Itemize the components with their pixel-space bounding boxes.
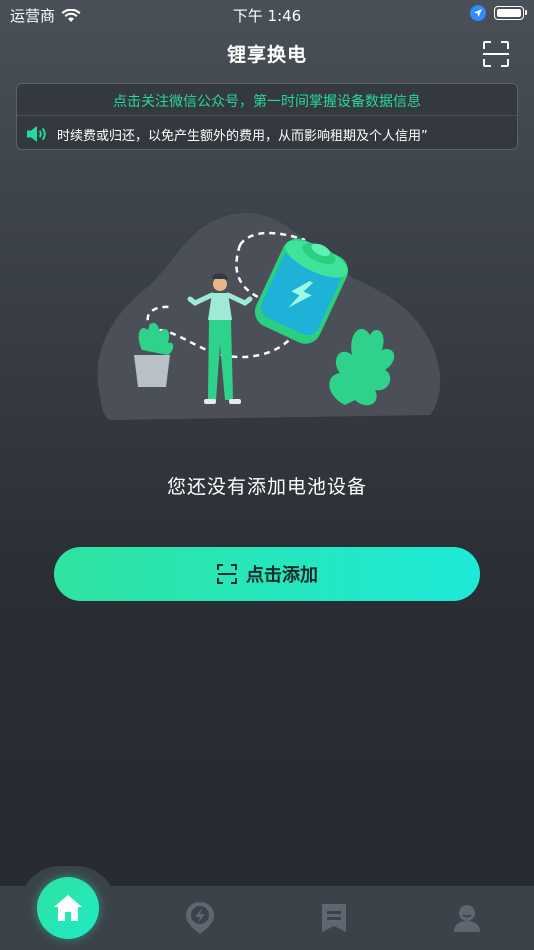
page-title: 锂享换电 [226,44,307,66]
notice-divider [17,115,517,116]
scan-button[interactable] [482,40,510,68]
scan-icon [483,41,509,67]
location-arrow-icon [470,5,486,21]
status-bar: 运营商 下午 1:46 [0,0,534,28]
notice-marquee: 时续费或归还，以免产生额外的费用，从而影响租期及个人信用” [27,124,507,144]
bookmark-list-icon [322,904,346,932]
tab-map[interactable] [170,893,230,943]
marquee-text: 时续费或归还，以免产生额外的费用，从而影响租期及个人信用” [57,128,428,144]
location-lightning-icon [186,902,214,934]
tab-orders[interactable] [304,893,364,943]
scan-icon [217,564,237,584]
tab-home[interactable] [37,877,99,939]
add-device-button[interactable]: 点击添加 [54,547,480,601]
notice-box: 点击关注微信公众号，第一时间掌握设备数据信息 时续费或归还，以免产生额外的费用，… [16,83,518,150]
home-icon [54,895,82,921]
battery-icon [494,6,527,20]
status-right [470,5,527,21]
tab-profile[interactable] [437,893,497,943]
follow-wechat-link[interactable]: 点击关注微信公众号，第一时间掌握设备数据信息 [17,91,517,111]
status-time: 下午 1:46 [232,7,302,25]
empty-state-text: 您还没有添加电池设备 [166,476,367,498]
user-icon [454,905,480,932]
speaker-icon [27,126,46,142]
empty-illustration [97,213,441,420]
add-device-label: 点击添加 [246,565,318,586]
